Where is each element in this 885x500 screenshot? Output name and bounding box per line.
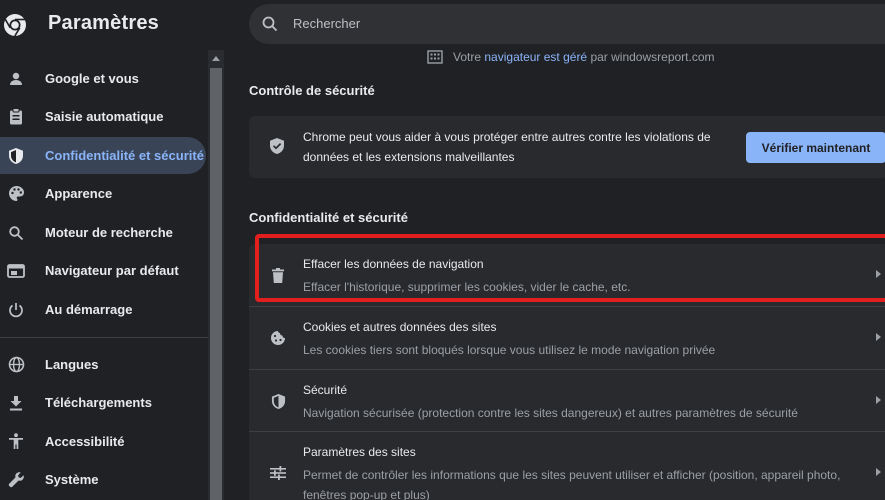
managed-suffix: par windowsreport.com: [590, 50, 715, 64]
sidebar-divider: [0, 337, 208, 338]
row-site-settings[interactable]: Paramètres des sites Permet de contrôler…: [249, 431, 885, 500]
safety-check-text: Chrome peut vous aider à vous protéger e…: [303, 130, 711, 164]
scrollbar-thumb[interactable]: [210, 68, 222, 500]
sidebar-item-downloads[interactable]: Téléchargements: [0, 384, 206, 421]
sidebar-item-label: Apparence: [45, 186, 113, 201]
sidebar-item-accessibility[interactable]: Accessibilité: [0, 423, 206, 460]
sidebar-item-appearance[interactable]: Apparence: [0, 175, 206, 212]
power-icon: [6, 300, 26, 320]
scroll-up-arrow-icon[interactable]: [212, 56, 220, 61]
managed-notice: Votre navigateur est géré par windowsrep…: [427, 50, 715, 64]
row-subtitle: Les cookies tiers sont bloqués lorsque v…: [303, 343, 716, 357]
managed-link[interactable]: navigateur est géré: [484, 50, 587, 64]
main-content: Votre navigateur est géré par windowsrep…: [224, 50, 885, 500]
safety-check-title: Contrôle de sécurité: [249, 83, 375, 98]
sidebar-item-label: Accessibilité: [45, 434, 125, 449]
verify-now-button[interactable]: Vérifier maintenant: [746, 132, 885, 163]
shield-icon: [269, 392, 287, 410]
accessibility-icon: [6, 432, 26, 452]
sidebar-item-google[interactable]: Google et vous: [0, 60, 206, 97]
sidebar-item-label: Navigateur par défaut: [45, 263, 179, 278]
sidebar-item-label: Système: [45, 472, 99, 487]
row-title: Sécurité: [303, 383, 348, 397]
clipboard-icon: [6, 107, 26, 127]
sidebar-item-label: Google et vous: [45, 71, 139, 86]
chevron-right-icon: [876, 468, 881, 476]
sidebar-item-default-browser[interactable]: Navigateur par défaut: [0, 252, 206, 289]
row-title: Cookies et autres données des sites: [303, 320, 497, 334]
sidebar-item-autofill[interactable]: Saisie automatique: [0, 98, 206, 135]
sidebar-item-system[interactable]: Système: [0, 461, 206, 498]
privacy-section-title: Confidentialité et sécurité: [249, 210, 408, 225]
sidebar-item-search-engine[interactable]: Moteur de recherche: [0, 214, 206, 251]
trash-icon: [269, 266, 287, 284]
shield-check-icon: [270, 138, 284, 154]
sidebar-item-label: Moteur de recherche: [45, 225, 173, 240]
sidebar-item-languages[interactable]: Langues: [0, 346, 206, 383]
search-icon: [6, 223, 26, 243]
safety-check-card: Chrome peut vous aider à vous protéger e…: [249, 116, 885, 178]
chevron-right-icon: [876, 396, 881, 404]
page-title: Paramètres: [48, 12, 159, 34]
browser-icon: [6, 261, 26, 281]
top-bar: Paramètres Rechercher: [0, 0, 885, 50]
search-placeholder: Rechercher: [293, 16, 361, 31]
row-cookies[interactable]: Cookies et autres données des sites Les …: [249, 306, 885, 368]
row-subtitle: Permet de contrôler les informations que…: [303, 468, 841, 500]
globe-icon: [6, 355, 26, 375]
privacy-list: Effacer les données de navigation Efface…: [249, 244, 885, 500]
managed-prefix: Votre: [453, 50, 482, 64]
row-subtitle: Effacer l'historique, supprimer les cook…: [303, 280, 631, 294]
chevron-right-icon: [876, 333, 881, 341]
palette-icon: [6, 184, 26, 204]
sidebar-item-label: Langues: [45, 357, 99, 372]
building-icon: [427, 50, 443, 64]
download-icon: [6, 393, 26, 413]
row-subtitle: Navigation sécurisée (protection contre …: [303, 406, 798, 420]
sliders-icon: [269, 464, 287, 482]
row-security[interactable]: Sécurité Navigation sécurisée (protectio…: [249, 369, 885, 431]
search-input[interactable]: Rechercher: [249, 4, 885, 44]
search-icon: [262, 16, 278, 32]
row-clear-browsing-data[interactable]: Effacer les données de navigation Efface…: [249, 244, 885, 306]
sidebar-item-startup[interactable]: Au démarrage: [0, 291, 206, 328]
sidebar-item-privacy[interactable]: Confidentialité et sécurité: [0, 137, 206, 174]
sidebar-scrollbar[interactable]: [208, 50, 224, 500]
chevron-right-icon: [876, 270, 881, 278]
sidebar-item-label: Confidentialité et sécurité: [45, 148, 204, 163]
shield-icon: [6, 146, 26, 166]
cookie-icon: [269, 329, 287, 347]
row-title: Paramètres des sites: [303, 445, 416, 459]
person-icon: [6, 69, 26, 89]
sidebar-item-label: Téléchargements: [45, 395, 152, 410]
sidebar-item-label: Saisie automatique: [45, 109, 164, 124]
sidebar: Google et vous Saisie automatique Confid…: [0, 50, 208, 500]
row-title: Effacer les données de navigation: [303, 257, 484, 271]
chrome-logo-icon: [4, 14, 26, 37]
wrench-icon: [6, 470, 26, 490]
sidebar-item-label: Au démarrage: [45, 302, 133, 317]
